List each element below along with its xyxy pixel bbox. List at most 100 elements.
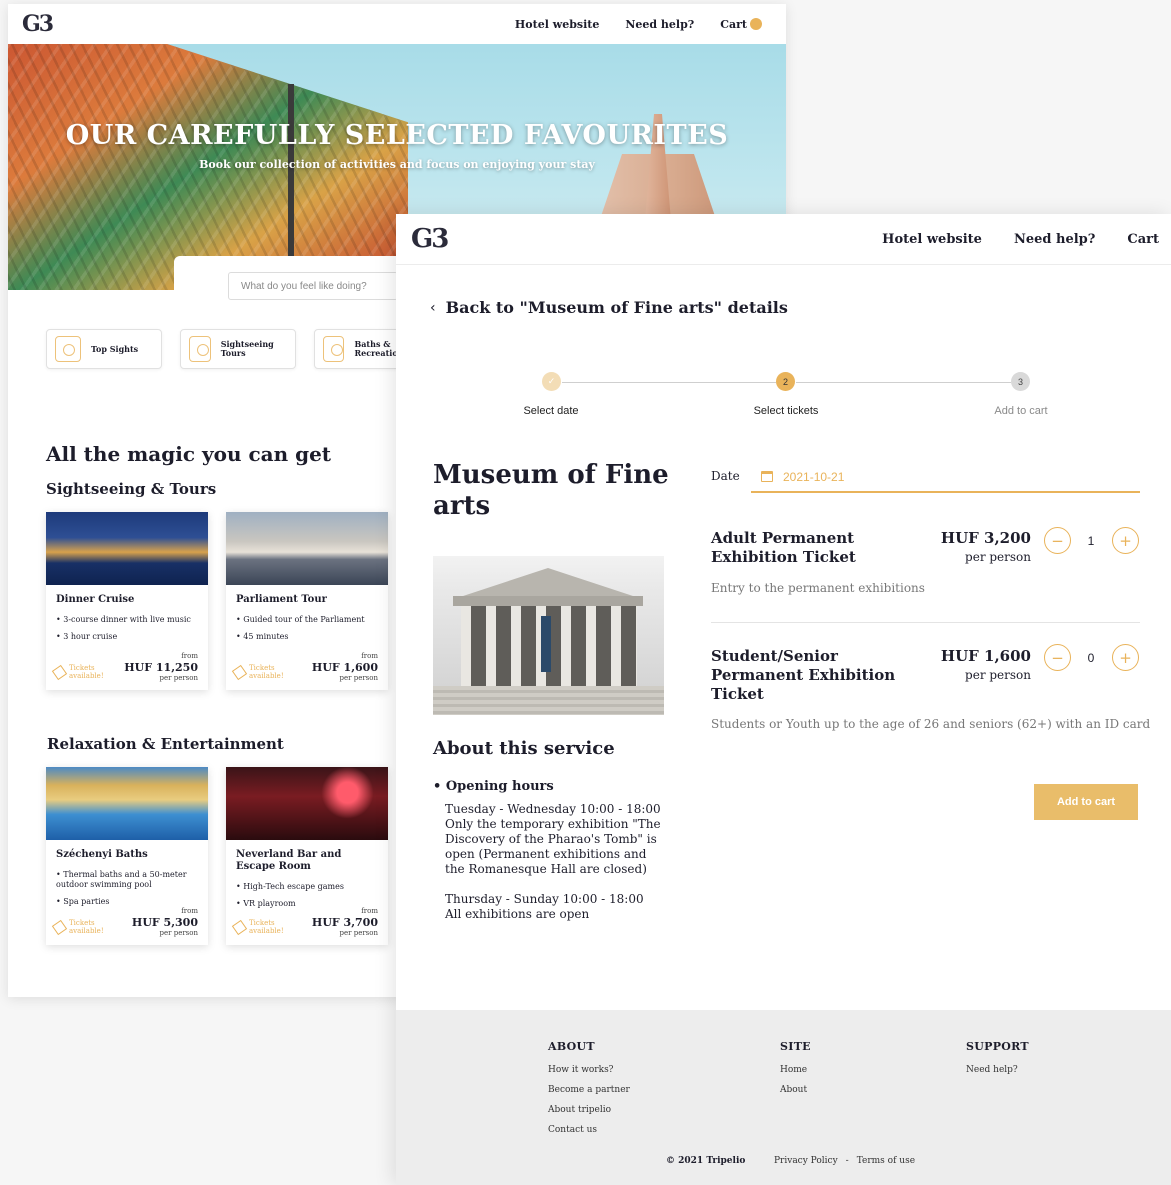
back-nav: Hotel website Need help? Cart: [515, 4, 762, 44]
ticket-divider: [711, 622, 1140, 623]
footer-link-how-it-works[interactable]: How it works?: [548, 1060, 630, 1080]
card-price: HUF 11,250: [124, 661, 198, 674]
nav-cart-label: Cart: [720, 17, 747, 31]
category-top-sights[interactable]: Top Sights: [46, 329, 162, 369]
card-from: from: [361, 907, 378, 915]
ticket-per-person-student: per person: [965, 668, 1031, 682]
footer-link-about-tripelio[interactable]: About tripelio: [548, 1100, 630, 1120]
add-to-cart-button[interactable]: Add to cart: [1034, 784, 1138, 820]
step-2-label: Select tickets: [753, 405, 819, 417]
activity-card-dinner-cruise[interactable]: Dinner Cruise • 3-course dinner with liv…: [46, 512, 208, 690]
step-1-label: Select date: [523, 405, 579, 417]
card-tickets-text: Tickets available!: [69, 919, 104, 935]
card-per-person: per person: [339, 929, 378, 937]
student-decrease-button[interactable]: −: [1044, 644, 1071, 671]
hero-subtitle: Book our collection of activities and fo…: [199, 158, 595, 171]
footer-link-home[interactable]: Home: [780, 1060, 811, 1080]
card-tickets: Tickets available!: [51, 664, 109, 680]
card-per-person: per person: [159, 929, 198, 937]
ticket-icon: [231, 919, 248, 935]
photo-banner: [541, 616, 551, 672]
card-bullet: • Thermal baths and a 50-meter outdoor s…: [56, 870, 187, 889]
card-bullet-text: 3 hour cruise: [63, 632, 118, 641]
copyright: © 2021 Tripelio: [666, 1156, 746, 1166]
nav-hotel-website[interactable]: Hotel website: [882, 232, 982, 247]
page-title: Museum of Fine arts: [433, 460, 669, 521]
student-increase-button[interactable]: +: [1112, 644, 1139, 671]
card-bullet-text: VR playroom: [243, 899, 296, 908]
card-from: from: [361, 652, 378, 660]
step-3-label: Add to cart: [994, 405, 1048, 417]
signpost-icon: [189, 336, 211, 362]
activity-card-neverland-bar[interactable]: Neverland Bar and Escape Room • High-Tec…: [226, 767, 388, 945]
front-nav: Hotel website Need help? Cart: [882, 214, 1171, 265]
adult-increase-button[interactable]: +: [1112, 527, 1139, 554]
card-tickets-text: Tickets available!: [69, 664, 104, 680]
logo[interactable]: G3: [411, 224, 449, 254]
card-image: [46, 512, 208, 585]
footer-link-contact[interactable]: Contact us: [548, 1120, 630, 1140]
opening-hours-details: Tuesday - Wednesday 10:00 - 18:00 Only t…: [445, 802, 667, 922]
category-sightseeing-tours[interactable]: Sightseeing Tours: [180, 329, 296, 369]
ticket-price-adult: HUF 3,200: [940, 529, 1031, 547]
photo-pediment: [457, 568, 639, 598]
nav-cart[interactable]: Cart: [720, 17, 762, 31]
opening-hours-label: • Opening hours: [433, 779, 554, 794]
ticket-desc-student: Students or Youth up to the age of 26 an…: [711, 717, 1151, 731]
card-title: Széchenyi Baths: [56, 849, 148, 860]
footer-link-need-help[interactable]: Need help?: [966, 1060, 1029, 1080]
ticket-price-student: HUF 1,600: [940, 647, 1031, 665]
card-title: Dinner Cruise: [56, 594, 135, 605]
search-input[interactable]: What do you feel like doing?: [228, 272, 398, 300]
footer-link-become-partner[interactable]: Become a partner: [548, 1080, 630, 1100]
nav-need-help[interactable]: Need help?: [625, 18, 694, 31]
stepper-line: [562, 382, 776, 383]
section-heading-magic: All the magic you can get: [46, 442, 332, 466]
card-image: [46, 767, 208, 840]
hours-line: Tuesday - Wednesday 10:00 - 18:00: [445, 802, 661, 816]
card-price: HUF 1,600: [311, 661, 378, 674]
nav-need-help[interactable]: Need help?: [1014, 232, 1095, 247]
card-price: HUF 3,700: [311, 916, 378, 929]
adult-quantity: 1: [1087, 534, 1095, 548]
footer-heading: SUPPORT: [966, 1040, 1029, 1053]
nav-cart[interactable]: Cart: [1127, 232, 1159, 247]
card-image: [226, 767, 388, 840]
hours-line: Thursday - Sunday 10:00 - 18:00: [445, 892, 644, 906]
umbrella-icon: [323, 336, 345, 362]
ticket-name-adult: Adult Permanent Exhibition Ticket: [711, 529, 856, 566]
card-bullet: • Spa parties: [56, 897, 110, 906]
card-bullet-text: 3-course dinner with live music: [63, 615, 191, 624]
hero-title: OUR CAREFULLY SELECTED FAVOURITES: [65, 120, 729, 151]
card-bullet: • High-Tech escape games: [236, 882, 344, 891]
chevron-left-icon: ‹: [430, 299, 436, 316]
adult-decrease-button[interactable]: −: [1044, 527, 1071, 554]
card-per-person: per person: [339, 674, 378, 682]
step-1-check-icon[interactable]: ✓: [542, 372, 561, 391]
card-tickets-text: Tickets available!: [249, 664, 284, 680]
stepper-line: [796, 382, 1011, 383]
card-tickets-text: Tickets available!: [249, 919, 284, 935]
photo-steps: [433, 686, 664, 715]
back-to-details-link[interactable]: ‹ Back to "Museum of Fine arts" details: [430, 298, 788, 317]
activity-card-parliament-tour[interactable]: Parliament Tour • Guided tour of the Par…: [226, 512, 388, 690]
back-header: G3 Hotel website Need help? Cart: [8, 4, 786, 44]
hours-line: All exhibitions are open: [445, 907, 590, 921]
student-quantity: 0: [1087, 651, 1095, 665]
ticket-icon: [51, 664, 68, 680]
hero-spire-pole: [288, 84, 294, 264]
nav-hotel-website[interactable]: Hotel website: [515, 18, 599, 31]
legal-links: Privacy Policy - Terms of use: [774, 1156, 915, 1166]
date-field[interactable]: 2021-10-21: [751, 462, 1140, 493]
footer-link-about[interactable]: About: [780, 1080, 811, 1100]
category-label: Top Sights: [91, 343, 139, 354]
card-bullet: • Guided tour of the Parliament: [236, 615, 365, 624]
activity-card-szechenyi-baths[interactable]: Széchenyi Baths • Thermal baths and a 50…: [46, 767, 208, 945]
privacy-policy-link[interactable]: Privacy Policy: [774, 1156, 838, 1166]
footer-col-support: SUPPORT Need help?: [966, 1040, 1029, 1080]
logo[interactable]: G3: [22, 11, 54, 37]
back-link-label: Back to "Museum of Fine arts" details: [445, 298, 788, 317]
opening-hours-text: Opening hours: [445, 779, 554, 794]
step-2-indicator: 2: [776, 372, 795, 391]
terms-of-use-link[interactable]: Terms of use: [857, 1156, 915, 1166]
